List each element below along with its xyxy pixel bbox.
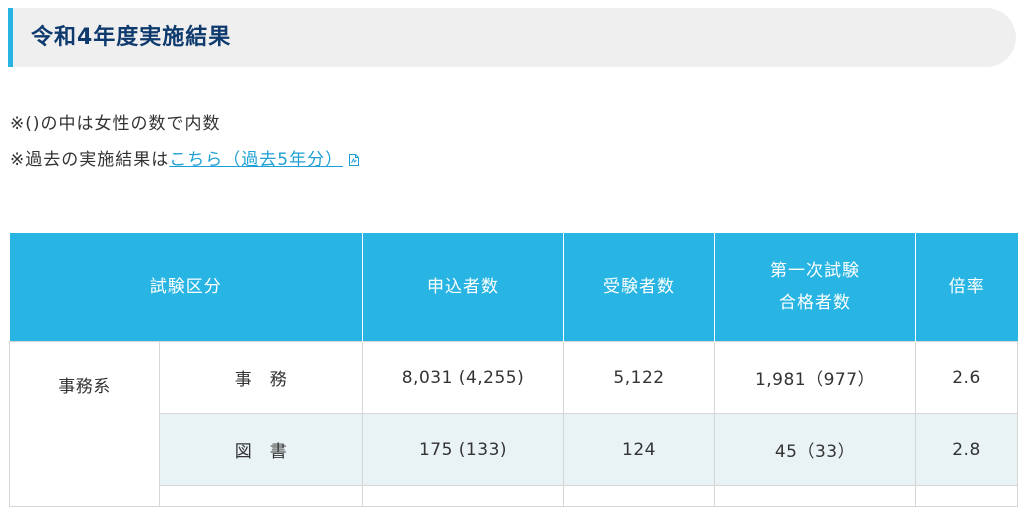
note-past-results-prefix: ※過去の実施結果は: [10, 150, 170, 170]
note-past-results: ※過去の実施結果はこちら（過去5年分）: [10, 145, 360, 170]
empty-cell: [915, 485, 1018, 507]
row-name: 事 務: [159, 341, 363, 414]
table-header-row: 試験区分 申込者数 受験者数 第一次試験合格者数 倍率: [9, 233, 1018, 342]
results-table: 試験区分 申込者数 受験者数 第一次試験合格者数 倍率 事務系 事 務 8,03…: [9, 233, 1018, 507]
row-ratio: 2.8: [915, 413, 1018, 486]
header-ratio: 倍率: [915, 233, 1018, 342]
table-row-partial: [10, 485, 1018, 507]
row-applicants: 8,031 (4,255): [362, 341, 564, 414]
row-name: 図 書: [159, 413, 363, 486]
note-female-count: ※()の中は女性の数で内数: [10, 114, 221, 134]
row-passers: 45（33）: [714, 413, 916, 486]
pdf-icon: [349, 154, 360, 166]
empty-cell: [362, 485, 564, 507]
page-title: 令和4年度実施結果: [31, 25, 232, 50]
header-category: 試験区分: [9, 233, 363, 342]
past-results-link-label: こちら（過去5年分）: [169, 150, 344, 170]
header-passers: 第一次試験 合格者数: [714, 233, 916, 342]
table-row: 図 書 175 (133) 124 45（33） 2.8: [10, 413, 1018, 486]
header-passers-line2: 合格者数: [779, 293, 851, 313]
row-examinees: 5,122: [563, 341, 715, 414]
empty-cell: [714, 485, 916, 507]
row-ratio: 2.6: [915, 341, 1018, 414]
table-row: 事務系 事 務 8,031 (4,255) 5,122 1,981（977） 2…: [9, 341, 1018, 507]
empty-cell: [563, 485, 715, 507]
header-passers-line1: 第一次試験: [770, 260, 860, 281]
section-heading: 令和4年度実施結果: [8, 8, 1016, 67]
group-cell: 事務系: [9, 341, 160, 507]
header-examinees: 受験者数: [563, 233, 715, 342]
row-passers: 1,981（977）: [714, 341, 916, 414]
row-applicants: 175 (133): [362, 413, 564, 486]
past-results-link[interactable]: こちら（過去5年分）: [169, 150, 360, 170]
empty-cell: [159, 485, 363, 507]
header-applicants: 申込者数: [362, 233, 564, 342]
row-examinees: 124: [563, 413, 715, 486]
